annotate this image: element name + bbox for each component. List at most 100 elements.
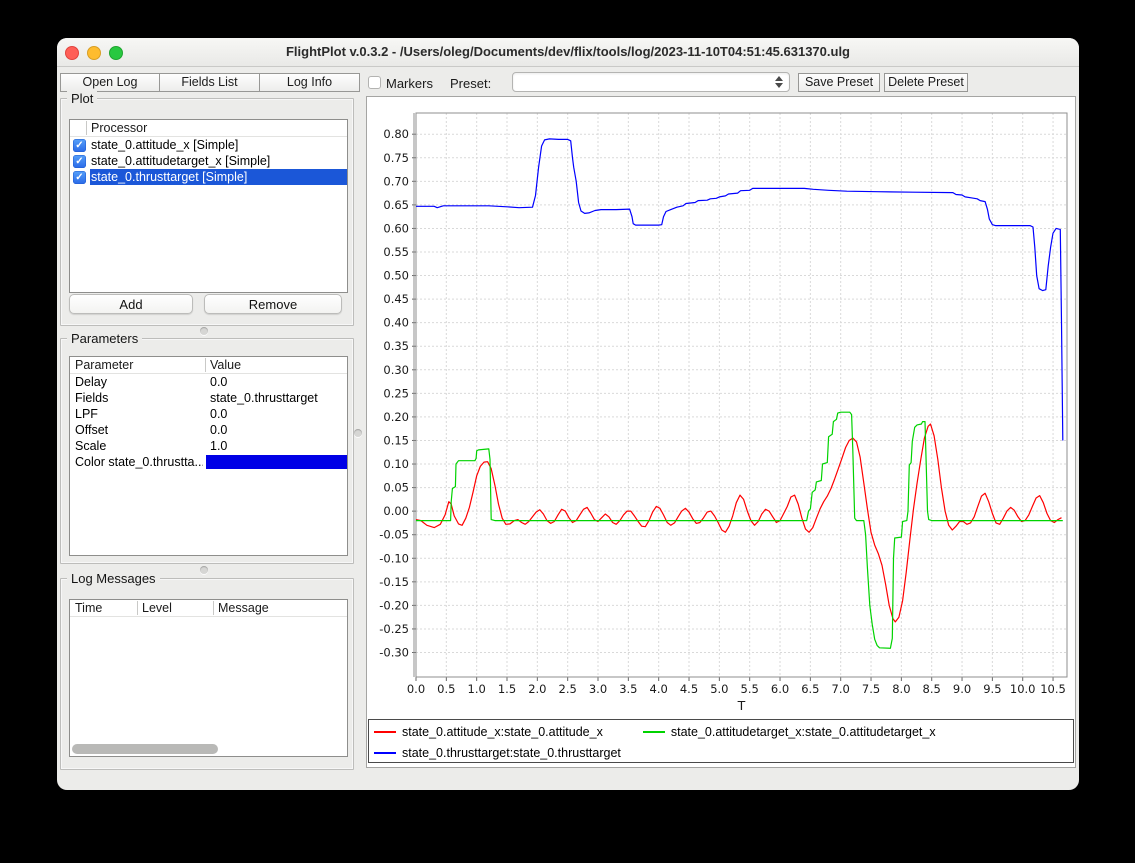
svg-text:0.40: 0.40 <box>383 316 409 330</box>
preset-label: Preset: <box>450 76 491 91</box>
open-log-button[interactable]: Open Log <box>60 73 160 92</box>
plot-panel: Plot Processor ✓state_0.attitude_x [Simp… <box>60 98 354 326</box>
svg-text:9.0: 9.0 <box>953 682 971 696</box>
svg-text:0.10: 0.10 <box>383 457 409 471</box>
svg-text:2.0: 2.0 <box>528 682 546 696</box>
log-col-time: Time <box>75 600 102 616</box>
checked-checkbox[interactable]: ✓ <box>73 139 86 152</box>
plot-list-item-label[interactable]: state_0.attitudetarget_x [Simple] <box>91 153 347 169</box>
plot-list-item[interactable]: ✓ state_0.thrusttarget [Simple] <box>70 169 347 185</box>
parameter-value[interactable]: 1.0 <box>210 438 347 454</box>
legend-row: state_0.attitude_x:state_0.attitude_x sta… <box>374 722 1070 742</box>
svg-text:-0.25: -0.25 <box>379 622 409 636</box>
svg-text:1.0: 1.0 <box>468 682 486 696</box>
combobox-stepper-icon[interactable] <box>772 74 786 90</box>
svg-text:4.5: 4.5 <box>680 682 698 696</box>
parameter-value[interactable]: 0.0 <box>210 374 347 390</box>
title-bar[interactable]: FlightPlot v.0.3.2 - /Users/oleg/Documen… <box>57 38 1079 67</box>
legend-entry: state_0.attitudetarget_x:state_0.attitud… <box>643 725 936 739</box>
fields-list-button[interactable]: Fields List <box>159 73 260 92</box>
legend-line-sample-icon <box>374 731 396 733</box>
parameters-panel-title: Parameters <box>67 331 142 346</box>
splitter-handle-bottom[interactable] <box>200 566 208 574</box>
checked-checkbox[interactable]: ✓ <box>73 171 86 184</box>
plot-panel-title: Plot <box>67 91 97 106</box>
parameters-panel: Parameters Parameter Value Delay0.0Field… <box>60 338 354 564</box>
svg-text:0.65: 0.65 <box>383 198 409 212</box>
save-preset-button[interactable]: Save Preset <box>798 73 880 92</box>
log-info-button[interactable]: Log Info <box>259 73 360 92</box>
parameters-table-body: Delay0.0Fields state_0.thrusttargetLPF0.0… <box>70 374 347 555</box>
parameter-value[interactable]: 0.0 <box>210 422 347 438</box>
svg-text:0.30: 0.30 <box>383 363 409 377</box>
plot-list-item[interactable]: ✓ state_0.attitude_x [Simple] <box>70 137 347 153</box>
log-messages-panel-title: Log Messages <box>67 571 160 586</box>
svg-text:-0.30: -0.30 <box>379 645 409 659</box>
plot-list-body: ✓ state_0.attitude_x [Simple] ✓ state_0.att… <box>70 137 347 292</box>
svg-text:0.25: 0.25 <box>383 386 409 400</box>
svg-text:5.0: 5.0 <box>710 682 728 696</box>
add-plot-button[interactable]: Add <box>69 294 193 314</box>
horizontal-scrollbar-thumb[interactable] <box>72 744 218 754</box>
log-col-level: Level <box>142 600 172 616</box>
svg-text:0.05: 0.05 <box>383 481 409 495</box>
plot-list-item-label[interactable]: state_0.thrusttarget [Simple] <box>90 169 347 185</box>
legend-label: state_0.attitudetarget_x:state_0.attitud… <box>671 725 936 739</box>
chart-plot-area[interactable]: 0.00.51.01.52.02.53.03.54.04.55.05.56.06… <box>367 97 1075 719</box>
parameters-col-parameter: Parameter <box>75 357 133 373</box>
svg-text:3.0: 3.0 <box>589 682 607 696</box>
checked-checkbox[interactable]: ✓ <box>73 155 86 168</box>
parameters-table[interactable]: Parameter Value Delay0.0Fieldsstate_0.th… <box>69 356 348 556</box>
svg-text:7.0: 7.0 <box>832 682 850 696</box>
splitter-handle-vertical[interactable] <box>354 429 362 437</box>
svg-text:-0.20: -0.20 <box>379 598 409 612</box>
parameter-name: Fields <box>75 390 203 406</box>
plot-list-header: Processor <box>91 120 147 136</box>
parameter-row[interactable]: Delay0.0 <box>70 374 347 390</box>
plot-list-item[interactable]: ✓ state_0.attitudetarget_x [Simple] <box>70 153 347 169</box>
svg-text:5.5: 5.5 <box>741 682 759 696</box>
log-col-message: Message <box>218 600 269 616</box>
svg-text:2.5: 2.5 <box>559 682 577 696</box>
svg-text:10.0: 10.0 <box>1010 682 1036 696</box>
svg-text:6.5: 6.5 <box>801 682 819 696</box>
preset-combobox[interactable] <box>512 72 790 92</box>
svg-text:10.5: 10.5 <box>1040 682 1066 696</box>
legend-entry: state_0.attitude_x:state_0.attitude_x <box>374 725 603 739</box>
parameter-row[interactable]: Fields state_0.thrusttarget <box>70 390 347 406</box>
parameter-name: Offset <box>75 422 203 438</box>
delete-preset-button[interactable]: Delete Preset <box>884 73 968 92</box>
svg-text:6.0: 6.0 <box>771 682 789 696</box>
svg-text:8.0: 8.0 <box>892 682 910 696</box>
plot-list-item-label[interactable]: state_0.attitude_x [Simple] <box>91 137 347 153</box>
remove-plot-button[interactable]: Remove <box>204 294 342 314</box>
svg-text:0.75: 0.75 <box>383 151 409 165</box>
markers-checkbox[interactable] <box>368 76 381 89</box>
parameter-value[interactable]: state_0.thrusttarget <box>210 390 347 406</box>
parameter-row[interactable]: Scale 1.0 <box>70 438 347 454</box>
parameter-row[interactable]: Offset 0.0 <box>70 422 347 438</box>
svg-text:0.35: 0.35 <box>383 339 409 353</box>
parameter-row[interactable]: LPF0.0 <box>70 406 347 422</box>
splitter-handle-top[interactable] <box>200 327 208 335</box>
legend-line-sample-icon <box>643 731 665 733</box>
parameter-name: Scale <box>75 438 203 454</box>
svg-text:8.5: 8.5 <box>923 682 941 696</box>
parameter-name: Color state_0.thrustta... <box>75 454 203 470</box>
parameter-color-swatch[interactable] <box>206 455 347 469</box>
svg-text:T: T <box>737 698 746 713</box>
log-messages-table[interactable]: Time Level Message <box>69 599 348 757</box>
parameter-row[interactable]: Color state_0.thrustta... <box>70 454 347 470</box>
legend-label: state_0.attitude_x:state_0.attitude_x <box>402 725 603 739</box>
legend-line-sample-icon <box>374 752 396 754</box>
svg-text:0.00: 0.00 <box>383 504 409 518</box>
plot-list[interactable]: Processor ✓ state_0.attitude_x [Simple] ✓ s… <box>69 119 348 293</box>
svg-text:-0.10: -0.10 <box>379 551 409 565</box>
markers-label: Markers <box>386 76 433 91</box>
app-window: FlightPlot v.0.3.2 - /Users/oleg/Documen… <box>57 38 1079 790</box>
chart-legend: state_0.attitude_x:state_0.attitude_x sta… <box>368 719 1074 763</box>
svg-text:3.5: 3.5 <box>619 682 637 696</box>
parameter-value[interactable]: 0.0 <box>210 406 347 422</box>
svg-text:0.50: 0.50 <box>383 269 409 283</box>
svg-text:0.5: 0.5 <box>437 682 455 696</box>
